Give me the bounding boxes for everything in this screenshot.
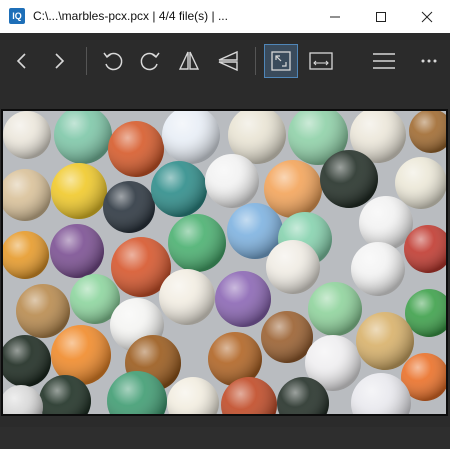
next-button[interactable] bbox=[42, 44, 76, 78]
marble-shine-15 bbox=[395, 157, 446, 209]
rotate-right-icon bbox=[140, 52, 160, 71]
marble-shine-24 bbox=[16, 284, 70, 338]
rotate-left-icon bbox=[103, 52, 123, 71]
chevron-right-icon bbox=[55, 53, 65, 69]
marble-shine-29 bbox=[266, 240, 320, 294]
marble-shine-31 bbox=[308, 282, 362, 336]
fit-width-icon bbox=[309, 52, 333, 70]
marble-shine-16 bbox=[3, 231, 49, 279]
marble-shine-10 bbox=[103, 181, 155, 233]
more-dots-icon bbox=[421, 59, 437, 63]
marble-shine-27 bbox=[159, 269, 215, 325]
marbles-photo bbox=[3, 111, 446, 414]
window-title: C:\...\marbles-pcx.pcx | 4/4 file(s) | .… bbox=[33, 9, 228, 23]
toolbar-separator bbox=[255, 47, 256, 75]
marble-shine-14 bbox=[320, 150, 378, 208]
marble-shine-17 bbox=[50, 224, 104, 278]
marble-shine-28 bbox=[215, 271, 271, 327]
marble-shine-30 bbox=[261, 311, 313, 363]
scale-to-width-button[interactable] bbox=[304, 44, 338, 78]
maximize-button[interactable] bbox=[358, 0, 404, 33]
status-strip bbox=[0, 427, 450, 449]
flip-horizontal-icon bbox=[178, 51, 200, 70]
hamburger-menu-icon bbox=[373, 53, 395, 69]
flip-vertical-icon bbox=[218, 50, 238, 72]
flip-horizontal-button[interactable] bbox=[172, 44, 206, 78]
previous-button[interactable] bbox=[5, 44, 39, 78]
marble-shine-2 bbox=[108, 121, 164, 177]
marble-shine-19 bbox=[168, 214, 226, 272]
main-menu-button[interactable] bbox=[367, 44, 401, 78]
rotate-left-button[interactable] bbox=[96, 44, 130, 78]
title-bar[interactable]: lQ C:\...\marbles-pcx.pcx | 4/4 file(s) … bbox=[0, 0, 450, 33]
minimize-button[interactable] bbox=[312, 0, 358, 33]
image-frame[interactable] bbox=[1, 109, 448, 416]
marble-shine-32 bbox=[351, 242, 405, 296]
app-icon: lQ bbox=[9, 8, 25, 24]
flip-vertical-button[interactable] bbox=[211, 44, 245, 78]
close-icon bbox=[421, 11, 433, 23]
fit-height-icon bbox=[271, 51, 291, 71]
marble-shine-22 bbox=[359, 196, 413, 250]
marble-shine-13 bbox=[264, 160, 322, 218]
image-viewer[interactable] bbox=[0, 89, 450, 449]
maximize-icon bbox=[376, 12, 386, 23]
marble-shine-11 bbox=[151, 161, 207, 217]
rotate-right-button[interactable] bbox=[133, 44, 167, 78]
auto-zoom-button[interactable] bbox=[264, 44, 298, 78]
marble-shine-0 bbox=[3, 111, 51, 159]
toolbar bbox=[0, 33, 450, 89]
toolbar-separator bbox=[86, 47, 87, 75]
close-button[interactable] bbox=[404, 0, 450, 33]
marble-shine-39 bbox=[356, 312, 414, 370]
minimize-icon bbox=[330, 16, 340, 18]
chevron-left-icon bbox=[16, 53, 26, 69]
marble-shine-12 bbox=[205, 154, 259, 208]
marble-shine-9 bbox=[51, 163, 107, 219]
more-button[interactable] bbox=[412, 44, 446, 78]
